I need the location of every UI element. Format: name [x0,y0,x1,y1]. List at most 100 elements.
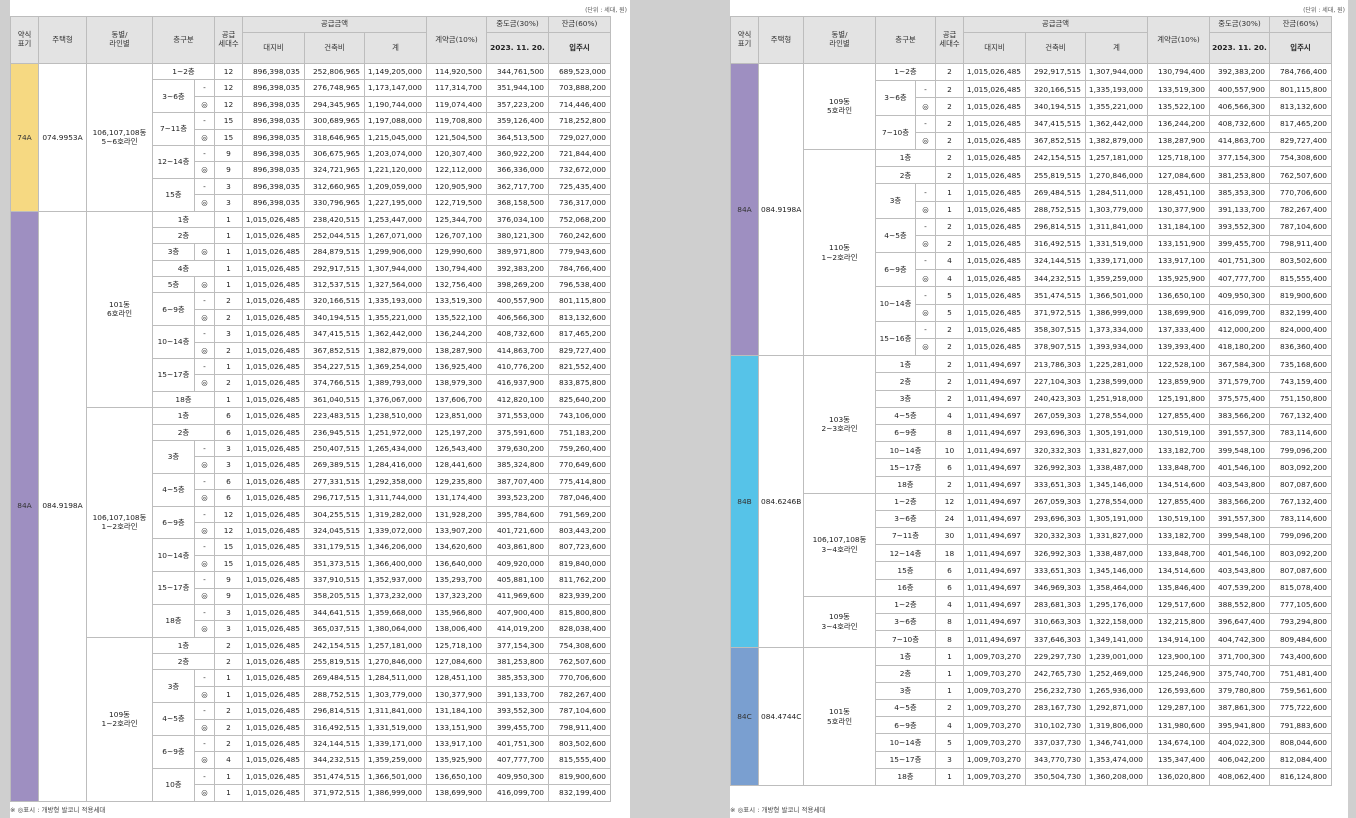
balcony-mark-cell: - [194,472,215,491]
contract-cell: 135,846,400 [1147,578,1210,597]
contract-cell: 133,907,200 [426,521,487,540]
balance-cell: 815,555,400 [548,751,611,769]
contract-cell: 127,855,400 [1147,492,1210,511]
floor-cell: 1층 [875,647,936,666]
contract-cell: 133,182,700 [1147,441,1210,460]
contract-cell: 119,708,800 [426,112,487,130]
balance-cell: 718,252,800 [548,112,611,130]
land-price-cell: 1,009,703,270 [963,716,1026,735]
land-price-cell: 896,398,035 [242,112,305,130]
total-price-cell: 1,267,071,000 [364,226,427,245]
table-row: 110동 1~2호라인 1층 2 1,015,026,485 242,154,515 1,2… [731,148,1332,357]
header-floor: 층구분 [152,16,215,64]
middle-cell: 410,776,200 [486,358,549,376]
units-cell: 8 [935,423,964,443]
land-price-cell: 1,015,026,485 [242,571,305,589]
land-price-cell: 1,011,494,697 [963,458,1026,477]
contract-cell: 123,851,000 [426,407,487,425]
contract-cell: 134,620,600 [426,538,487,556]
total-price-cell: 1,307,944,000 [364,259,427,278]
balance-cell: 813,132,600 [1269,97,1332,116]
units-cell: 1 [214,243,243,261]
floor-cell: 10~14층 [152,538,195,573]
land-price-cell: 1,015,026,485 [242,259,305,278]
balance-cell: 736,317,000 [548,194,611,212]
floor-cell: 6~9층 [152,505,195,540]
land-price-cell: 1,009,703,270 [963,647,1026,666]
land-price-cell: 1,009,703,270 [963,767,1026,786]
build-price-cell: 374,766,515 [304,374,365,392]
build-price-cell: 347,415,515 [1025,114,1086,133]
land-price-cell: 1,015,026,485 [963,148,1026,168]
house-type-cell: 084.6246B [758,355,804,649]
dong-line-cell: 101동 5호라인 [803,647,876,786]
total-price-cell: 1,265,936,000 [1085,681,1148,700]
total-price-cell: 1,319,806,000 [1085,716,1148,735]
contract-cell: 138,287,900 [1147,131,1210,150]
balance-cell: 799,096,200 [1269,527,1332,546]
total-price-cell: 1,386,999,000 [1085,303,1148,322]
balance-cell: 735,168,600 [1269,355,1332,374]
balance-cell: 760,242,600 [548,226,611,245]
build-price-cell: 333,651,303 [1025,475,1086,494]
middle-cell: 371,700,300 [1209,647,1270,666]
land-price-cell: 1,015,026,485 [242,702,305,720]
floor-cell: 4층 [152,259,215,278]
contract-cell: 127,855,400 [1147,406,1210,425]
middle-cell: 392,383,200 [486,259,549,278]
build-price-cell: 316,492,515 [304,718,365,737]
balance-cell: 813,132,600 [548,308,611,327]
middle-cell: 399,455,700 [486,718,549,737]
middle-cell: 383,566,200 [1209,406,1270,425]
balcony-mark-cell: ◎ [194,374,215,392]
contract-cell: 139,393,400 [1147,337,1210,357]
units-cell: 1 [935,200,964,219]
units-cell: 2 [214,702,243,720]
balcony-mark-cell: ◎ [194,95,215,114]
dong-line-cell: 106,107,108동 5~6호라인 [86,63,153,212]
floor-cell: 2층 [152,653,215,671]
contract-cell: 134,514,600 [1147,475,1210,494]
middle-cell: 396,647,400 [1209,612,1270,632]
total-price-cell: 1,303,779,000 [364,685,427,704]
balance-cell: 783,114,600 [1269,509,1332,529]
land-price-cell: 1,015,026,485 [242,390,305,409]
land-price-cell: 1,015,026,485 [242,784,305,802]
build-price-cell: 256,232,730 [1025,681,1086,700]
middle-cell: 407,900,400 [486,603,549,622]
total-price-cell: 1,215,045,000 [364,128,427,146]
build-price-cell: 296,717,515 [304,489,365,507]
balance-cell: 732,672,000 [548,161,611,179]
contract-cell: 128,451,100 [426,669,487,687]
build-price-cell: 236,945,515 [304,423,365,441]
total-price-cell: 1,284,511,000 [1085,183,1148,202]
land-price-cell: 1,015,026,485 [242,735,305,753]
balcony-mark-cell: ◎ [915,269,936,288]
balance-cell: 767,132,400 [1269,492,1332,511]
build-price-cell: 255,819,515 [304,653,365,671]
build-price-cell: 276,748,965 [304,79,365,97]
balcony-mark-cell: ◎ [194,276,215,294]
total-price-cell: 1,366,501,000 [364,767,427,786]
balance-cell: 828,038,400 [548,620,611,638]
land-price-cell: 1,015,026,485 [963,80,1026,99]
footnote: ※ ◎표시 : 개방형 발코니 적용세대 [730,806,826,814]
total-price-cell: 1,197,088,000 [364,112,427,130]
floor-cell: 7~10층 [875,630,936,649]
total-price-cell: 1,278,554,000 [1085,492,1148,511]
units-cell: 1 [214,669,243,687]
balance-cell: 819,900,600 [1269,286,1332,305]
units-cell: 1 [214,226,243,245]
middle-cell: 414,019,200 [486,620,549,638]
total-price-cell: 1,366,501,000 [1085,286,1148,305]
middle-cell: 377,154,300 [1209,148,1270,168]
land-price-cell: 1,015,026,485 [242,489,305,507]
units-cell: 1 [214,390,243,409]
balcony-mark-cell: - [194,538,215,556]
units-cell: 1 [214,685,243,704]
build-price-cell: 320,332,303 [1025,527,1086,546]
total-price-cell: 1,278,554,000 [1085,406,1148,425]
middle-cell: 368,158,500 [486,194,549,212]
balcony-mark-cell: - [915,80,936,99]
balance-cell: 801,115,800 [1269,80,1332,99]
